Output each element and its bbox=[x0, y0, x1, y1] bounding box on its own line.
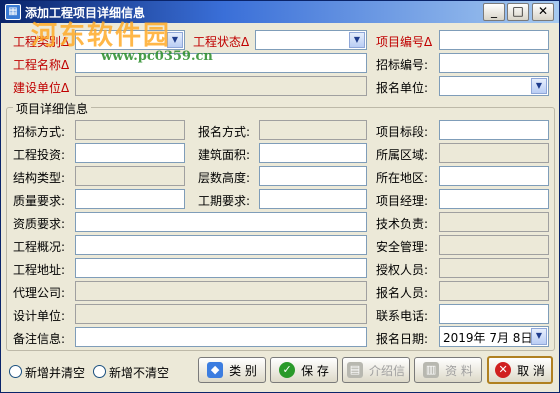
category-button[interactable]: ◆ 类 别 bbox=[198, 357, 266, 383]
phone-input[interactable] bbox=[439, 304, 549, 324]
signup-date-label: 报名日期: bbox=[376, 332, 429, 346]
floor-height-label: 层数高度: bbox=[198, 171, 251, 185]
designer-label: 设计单位: bbox=[13, 309, 66, 323]
app-icon: ▦ bbox=[5, 4, 21, 20]
duration-label: 工期要求: bbox=[198, 194, 251, 208]
authorized-input[interactable] bbox=[439, 258, 549, 278]
intro-letter-button[interactable]: ▤ 介绍信 bbox=[342, 357, 410, 383]
qualification-input[interactable] bbox=[75, 212, 367, 232]
signup-unit-combo[interactable]: ▼ bbox=[439, 76, 549, 96]
close-button[interactable]: ✕ bbox=[532, 3, 554, 21]
applicant-label: 报名人员: bbox=[376, 286, 429, 300]
project-no-label: 项目编号Δ bbox=[376, 35, 433, 49]
status-label: 工程状态Δ bbox=[193, 35, 250, 49]
agent-input[interactable] bbox=[75, 281, 367, 301]
project-no-input[interactable] bbox=[439, 30, 549, 50]
builder-input[interactable] bbox=[75, 76, 367, 96]
category-combo[interactable]: ▼ bbox=[75, 30, 185, 50]
intro-letter-button-label: 介绍信 bbox=[368, 363, 405, 378]
address-input[interactable] bbox=[75, 258, 367, 278]
address-label: 工程地址: bbox=[13, 263, 66, 277]
designer-input[interactable] bbox=[75, 304, 367, 324]
section-label: 项目标段: bbox=[376, 125, 429, 139]
category-icon: ◆ bbox=[207, 362, 224, 378]
document-icon: ▤ bbox=[346, 362, 363, 378]
signup-date-picker[interactable]: 2019年 7月 8日 ▼ bbox=[439, 326, 549, 347]
radio-add-clear-label[interactable]: 新增并清空 bbox=[25, 364, 85, 381]
radio-add-clear[interactable] bbox=[9, 365, 22, 378]
save-button[interactable]: ✓ 保 存 bbox=[270, 357, 338, 383]
tender-method-input[interactable] bbox=[75, 120, 185, 140]
chevron-down-icon[interactable]: ▼ bbox=[531, 78, 547, 94]
structure-label: 结构类型: bbox=[13, 171, 66, 185]
signup-date-value: 2019年 7月 8日 bbox=[443, 331, 533, 345]
radio-add-keep[interactable] bbox=[93, 365, 106, 378]
location-label: 所在地区: bbox=[376, 171, 429, 185]
group-title: 项目详细信息 bbox=[13, 100, 92, 117]
floor-height-input[interactable] bbox=[259, 166, 367, 186]
structure-input[interactable] bbox=[75, 166, 185, 186]
qualification-label: 资质要求: bbox=[13, 217, 66, 231]
material-button[interactable]: ▥ 资 料 bbox=[414, 357, 482, 383]
category-label: 工程类别Δ bbox=[13, 35, 70, 49]
safety-label: 安全管理: bbox=[376, 240, 429, 254]
manager-input[interactable] bbox=[439, 189, 549, 209]
remarks-label: 备注信息: bbox=[13, 332, 66, 346]
category-button-label: 类 别 bbox=[229, 363, 257, 378]
builder-label: 建设单位Δ bbox=[13, 81, 70, 95]
signup-unit-label: 报名单位: bbox=[376, 81, 429, 95]
cancel-icon: ✕ bbox=[495, 362, 512, 378]
investment-input[interactable] bbox=[75, 143, 185, 163]
save-button-label: 保 存 bbox=[301, 363, 329, 378]
cancel-button-label: 取 消 bbox=[517, 363, 545, 378]
signup-method-label: 报名方式: bbox=[198, 125, 251, 139]
cancel-button[interactable]: ✕ 取 消 bbox=[487, 356, 553, 384]
chevron-down-icon[interactable]: ▼ bbox=[349, 32, 365, 48]
check-icon: ✓ bbox=[279, 362, 296, 378]
name-input[interactable] bbox=[75, 53, 367, 73]
duration-input[interactable] bbox=[259, 189, 367, 209]
applicant-input[interactable] bbox=[439, 281, 549, 301]
area-label: 建筑面积: bbox=[198, 148, 251, 162]
tech-lead-input[interactable] bbox=[439, 212, 549, 232]
tender-method-label: 招标方式: bbox=[13, 125, 66, 139]
area-input[interactable] bbox=[259, 143, 367, 163]
window-title: 添加工程项目详细信息 bbox=[25, 6, 146, 20]
agent-label: 代理公司: bbox=[13, 286, 66, 300]
title-bar[interactable]: ▦ 添加工程项目详细信息 _ □ ✕ bbox=[1, 1, 559, 23]
tech-lead-label: 技术负责: bbox=[376, 217, 429, 231]
location-input[interactable] bbox=[439, 166, 549, 186]
chevron-down-icon[interactable]: ▼ bbox=[167, 32, 183, 48]
remarks-input[interactable] bbox=[75, 327, 367, 347]
region-label: 所属区域: bbox=[376, 148, 429, 162]
section-input[interactable] bbox=[439, 120, 549, 140]
overview-input[interactable] bbox=[75, 235, 367, 255]
overview-label: 工程概况: bbox=[13, 240, 66, 254]
bid-no-label: 招标编号: bbox=[376, 58, 429, 72]
material-button-label: 资 料 bbox=[445, 363, 473, 378]
dialog-window: ▦ 添加工程项目详细信息 _ □ ✕ 工程类别Δ ▼ 工程状态Δ ▼ 项目编号Δ… bbox=[0, 0, 560, 393]
minimize-button[interactable]: _ bbox=[483, 3, 505, 21]
maximize-button[interactable]: □ bbox=[507, 3, 529, 21]
signup-method-input[interactable] bbox=[259, 120, 367, 140]
quality-label: 质量要求: bbox=[13, 194, 66, 208]
authorized-label: 授权人员: bbox=[376, 263, 429, 277]
status-combo[interactable]: ▼ bbox=[255, 30, 367, 50]
investment-label: 工程投资: bbox=[13, 148, 66, 162]
safety-input[interactable] bbox=[439, 235, 549, 255]
chevron-down-icon[interactable]: ▼ bbox=[531, 328, 547, 345]
radio-add-keep-label[interactable]: 新增不清空 bbox=[109, 364, 169, 381]
quality-input[interactable] bbox=[75, 189, 185, 209]
bid-no-input[interactable] bbox=[439, 53, 549, 73]
manager-label: 项目经理: bbox=[376, 194, 429, 208]
name-label: 工程名称Δ bbox=[13, 58, 70, 72]
phone-label: 联系电话: bbox=[376, 309, 429, 323]
folder-icon: ▥ bbox=[423, 362, 440, 378]
region-input[interactable] bbox=[439, 143, 549, 163]
